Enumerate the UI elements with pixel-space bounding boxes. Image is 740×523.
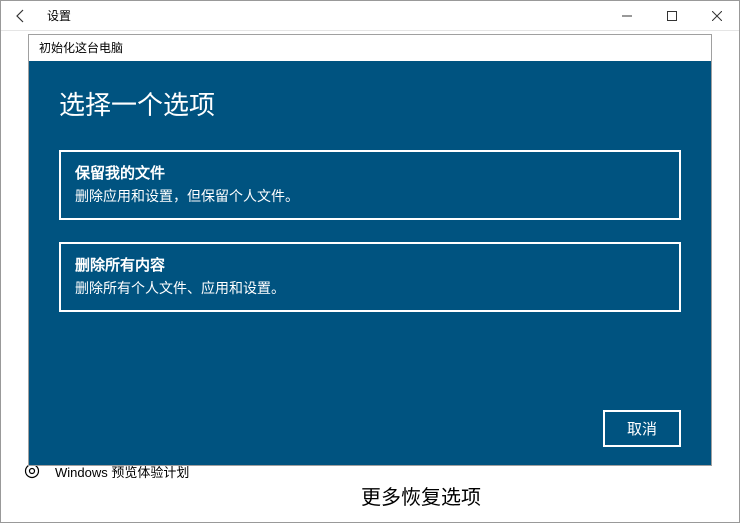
maximize-button[interactable] <box>649 1 694 31</box>
dialog-heading: 选择一个选项 <box>59 85 681 122</box>
dialog-title: 初始化这台电脑 <box>29 35 711 61</box>
window-controls <box>604 1 739 31</box>
reset-pc-dialog: 初始化这台电脑 选择一个选项 保留我的文件 删除应用和设置，但保留个人文件。 删… <box>28 34 712 466</box>
option-desc: 删除应用和设置，但保留个人文件。 <box>75 186 665 206</box>
close-button[interactable] <box>694 1 739 31</box>
cancel-button[interactable]: 取消 <box>603 410 681 447</box>
option-title: 删除所有内容 <box>75 254 665 275</box>
option-title: 保留我的文件 <box>75 162 665 183</box>
dialog-body: 选择一个选项 保留我的文件 删除应用和设置，但保留个人文件。 删除所有内容 删除… <box>29 61 711 465</box>
back-button[interactable] <box>1 1 41 31</box>
titlebar: 设置 <box>1 1 739 31</box>
more-recovery-heading: 更多恢复选项 <box>361 481 481 510</box>
option-desc: 删除所有个人文件、应用和设置。 <box>75 278 665 298</box>
window-title: 设置 <box>41 7 71 24</box>
option-remove-everything[interactable]: 删除所有内容 删除所有个人文件、应用和设置。 <box>59 242 681 312</box>
minimize-button[interactable] <box>604 1 649 31</box>
option-keep-files[interactable]: 保留我的文件 删除应用和设置，但保留个人文件。 <box>59 150 681 220</box>
dialog-footer: 取消 <box>603 410 681 447</box>
